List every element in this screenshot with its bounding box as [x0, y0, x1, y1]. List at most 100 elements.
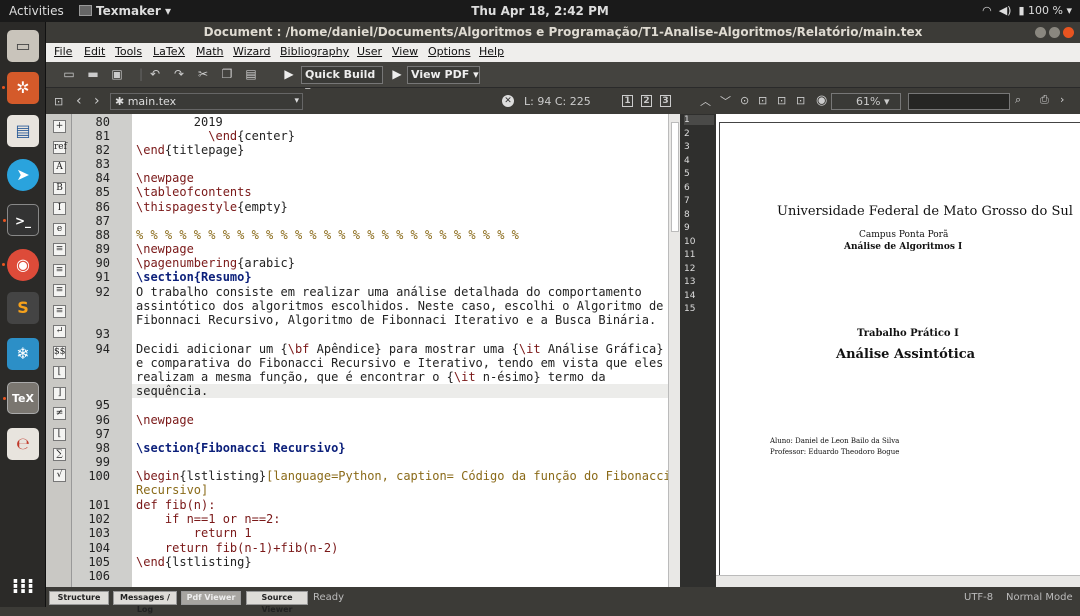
more-icon[interactable]: ›: [1060, 93, 1064, 106]
menu-math[interactable]: Math: [196, 45, 224, 58]
menu-file[interactable]: File: [54, 45, 72, 58]
menu-help[interactable]: Help: [479, 45, 504, 58]
view-2-button[interactable]: 2: [641, 95, 652, 107]
symbol-icon[interactable]: B: [53, 181, 66, 195]
pdf-line-number[interactable]: 6: [684, 183, 690, 193]
view-3-button[interactable]: 3: [660, 95, 671, 107]
menu-user[interactable]: User: [357, 45, 382, 58]
quick-build-select[interactable]: Quick Build ▾: [301, 66, 383, 97]
pdf-line-number[interactable]: 10: [684, 237, 695, 247]
print-icon[interactable]: ⎙: [1040, 93, 1049, 107]
pdf-line-number[interactable]: 12: [684, 264, 695, 274]
pdf-line-number[interactable]: 5: [684, 169, 690, 179]
symbol-icon[interactable]: I: [53, 202, 66, 215]
telegram-icon[interactable]: ➤: [7, 159, 39, 191]
symbol-icon[interactable]: ⌊: [53, 366, 66, 379]
symbol-icon[interactable]: ≡: [53, 263, 66, 277]
scrollbar-thumb[interactable]: [671, 122, 679, 232]
texmaker-dock-icon[interactable]: TeX: [3, 382, 39, 414]
symbol-icon[interactable]: ≡: [53, 304, 66, 318]
symbol-icon[interactable]: ref: [53, 140, 67, 154]
structure-toggle-icon[interactable]: ⊡: [54, 95, 63, 108]
clock[interactable]: Thu Apr 18, 2:42 PM: [0, 4, 1080, 18]
maximize-icon[interactable]: [1049, 27, 1060, 38]
paste-icon[interactable]: ▤: [244, 67, 258, 81]
symbol-icon[interactable]: A: [53, 161, 66, 174]
tab-pdf-viewer[interactable]: Pdf Viewer: [181, 591, 241, 605]
fit-icon[interactable]: ⊙: [740, 94, 749, 107]
code-editor[interactable]: 2019 \end{center} \end{titlepage} \newpage…: [132, 114, 668, 587]
symbol-icon[interactable]: $$: [53, 345, 66, 359]
menu-view[interactable]: View: [392, 45, 418, 58]
editor-scrollbar[interactable]: [668, 114, 680, 587]
pdf-line-number[interactable]: 8: [684, 210, 690, 220]
search-icon[interactable]: ⌕: [1015, 93, 1021, 107]
pdf-line-number[interactable]: 2: [684, 129, 690, 139]
file-selector[interactable]: ✱ main.tex ▾: [110, 93, 303, 110]
open-folder-icon[interactable]: ▬: [86, 67, 100, 81]
symbol-icon[interactable]: √: [53, 468, 66, 482]
pdf-line-number[interactable]: 1: [684, 115, 714, 125]
tab-structure[interactable]: Structure: [49, 591, 109, 605]
pdf-line-number[interactable]: 3: [684, 142, 690, 152]
pdf-line-number[interactable]: 9: [684, 223, 690, 233]
files-icon[interactable]: ▭: [7, 30, 39, 62]
view-pdf-select[interactable]: View PDF ▾: [407, 66, 480, 84]
forward-arrow-icon[interactable]: ›: [94, 93, 100, 109]
menu-latex[interactable]: LaTeX: [153, 45, 185, 58]
page-up-icon[interactable]: ︿: [700, 93, 711, 109]
run-arrow-icon[interactable]: ▶: [282, 67, 296, 81]
pdf-line-number[interactable]: 14: [684, 291, 695, 301]
tab-messages-log[interactable]: Messages / Log: [113, 591, 177, 614]
redo-icon[interactable]: ↷: [172, 67, 186, 81]
sublime-text-icon[interactable]: S: [7, 292, 39, 324]
save-icon[interactable]: ▣: [110, 67, 124, 81]
menu-options[interactable]: Options: [428, 45, 470, 58]
undo-icon[interactable]: ↶: [148, 67, 162, 81]
pdf-line-number[interactable]: 4: [684, 156, 690, 166]
menu-bibliography[interactable]: Bibliography: [280, 45, 349, 58]
system-tray[interactable]: ◠ ◀) ▮ 100 % ▾: [982, 4, 1072, 17]
cut-icon[interactable]: ✂: [196, 67, 210, 81]
symbol-icon[interactable]: ⌋: [53, 386, 66, 400]
view-1-button[interactable]: 1: [622, 95, 633, 107]
pdf-line-number[interactable]: 13: [684, 277, 695, 287]
tab-source-viewer[interactable]: Source Viewer: [246, 591, 308, 614]
eye-icon[interactable]: ◉: [816, 93, 827, 108]
pdf-search-input[interactable]: [908, 93, 1010, 110]
symbol-icon[interactable]: ⌊: [53, 427, 66, 441]
settings-icon[interactable]: ✲: [2, 72, 39, 104]
view-arrow-icon[interactable]: ▶: [390, 67, 404, 81]
symbol-icon[interactable]: ≡: [53, 284, 66, 297]
pdf-line-number[interactable]: 11: [684, 250, 695, 260]
menu-wizard[interactable]: Wizard: [233, 45, 271, 58]
pdf-line-number[interactable]: 7: [684, 196, 690, 206]
back-arrow-icon[interactable]: ‹: [76, 93, 82, 109]
chrome-icon[interactable]: ◉: [2, 249, 39, 281]
new-file-icon[interactable]: ▭: [62, 67, 76, 81]
pdf-horizontal-scrollbar[interactable]: [716, 575, 1080, 587]
menu-edit[interactable]: Edit: [84, 45, 105, 58]
ebook-editor-icon[interactable]: ℮: [7, 428, 39, 460]
fit-page-icon[interactable]: ⊡: [777, 94, 786, 107]
show-apps-icon[interactable]: ⁝⁝⁝: [7, 570, 39, 602]
symbol-icon[interactable]: ∑: [53, 448, 66, 461]
network-app-icon[interactable]: ❄: [7, 338, 39, 370]
ebook-reader-icon[interactable]: ▤: [7, 115, 39, 147]
minimize-icon[interactable]: [1035, 27, 1046, 38]
zoom-select[interactable]: 61% ▾: [831, 93, 901, 110]
expand-icon[interactable]: ⊡: [796, 94, 805, 107]
copy-icon[interactable]: ❐: [220, 67, 234, 81]
menu-tools[interactable]: Tools: [115, 45, 142, 58]
pdf-line-number[interactable]: 15: [684, 304, 695, 314]
symbol-icon[interactable]: ↵: [53, 325, 66, 338]
close-icon[interactable]: [1063, 27, 1074, 38]
symbol-icon[interactable]: +: [53, 120, 66, 133]
symbol-icon[interactable]: ≡: [53, 243, 66, 256]
symbol-icon[interactable]: e: [53, 222, 66, 236]
page-down-icon[interactable]: ﹀: [720, 93, 731, 109]
terminal-icon[interactable]: >_: [3, 204, 39, 236]
symbol-icon[interactable]: ≠: [53, 407, 66, 420]
close-file-icon[interactable]: ✕: [502, 95, 514, 107]
fit-width-icon[interactable]: ⊡: [758, 94, 767, 107]
